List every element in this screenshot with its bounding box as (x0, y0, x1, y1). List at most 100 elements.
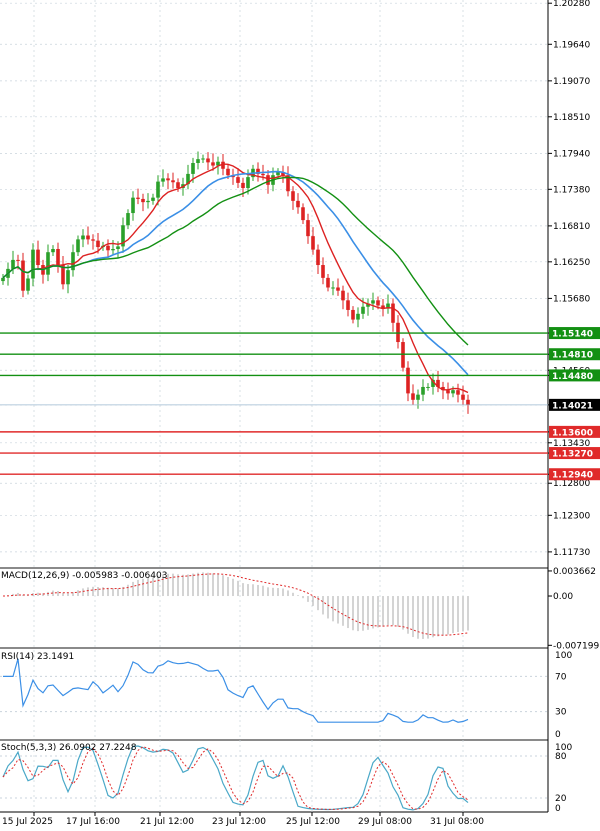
price-tick-label: 1.16250 (553, 258, 590, 268)
chart-root: 1.20280 1.19640 1.19070 1.18510 1.17940 1.173… (0, 0, 600, 831)
candle-body (151, 197, 155, 201)
rsi-axis-label: 0 (555, 730, 561, 740)
candle-body (416, 394, 420, 400)
candle-body (176, 182, 180, 189)
rsi-axis-label: 100 (555, 651, 572, 661)
time-tick-label: 17 Jul 16:00 (66, 817, 120, 827)
price-tick-label: 1.19640 (553, 40, 590, 50)
candle-body (331, 287, 335, 289)
candle-body (156, 181, 160, 198)
price-tick-label: 1.20280 (553, 0, 590, 9)
candle-body (106, 245, 110, 251)
candle-body (21, 260, 25, 291)
candle-body (116, 246, 120, 249)
candle-body (446, 390, 450, 394)
candle-body (351, 309, 355, 320)
price-tick-label: 1.19070 (553, 77, 590, 87)
time-tick-label: 23 Jul 12:00 (212, 817, 266, 827)
candle-body (456, 390, 460, 395)
candle-body (141, 198, 145, 203)
current-price-label: 1.14021 (552, 401, 593, 411)
panel-separator (0, 647, 548, 649)
price-tick-label: 1.12300 (553, 511, 590, 521)
stoch-axis-label: 0 (555, 804, 561, 814)
time-tick-label: 15 Jul 2025 (2, 817, 53, 827)
candle-body (301, 207, 305, 221)
price-tick-label: 1.16810 (553, 222, 590, 232)
support-level-label: 1.12940 (552, 471, 593, 481)
candle-body (316, 249, 320, 266)
candle-body (326, 277, 330, 288)
candle-body (241, 182, 245, 189)
resistance-level-label: 1.14810 (552, 351, 593, 361)
stoch-label: Stoch(5,3,3) 26.0902 27.2248 (1, 743, 137, 753)
price-tick-label: 1.17380 (553, 185, 590, 195)
candle-body (341, 290, 345, 301)
candle-body (26, 278, 30, 291)
candle-body (426, 386, 430, 388)
candle-body (196, 159, 200, 163)
candle-body (211, 162, 215, 166)
candle-body (56, 248, 60, 266)
price-tick-label: 1.17940 (553, 149, 590, 159)
panel-separator (0, 567, 548, 569)
stoch-axis-label: 80 (555, 752, 567, 762)
candle-body (306, 220, 310, 237)
macd-label: MACD(12,26,9) -0.005983 -0.006403 (1, 571, 168, 581)
candle-body (16, 259, 20, 261)
rsi-line (3, 658, 469, 723)
candle-body (451, 390, 455, 394)
stoch-axis-label: 20 (555, 794, 567, 804)
candle-body (36, 249, 40, 266)
rsi-label: RSI(14) 23.1491 (1, 652, 75, 662)
candle-body (171, 180, 175, 183)
candle-body (321, 265, 325, 278)
resistance-level-label: 1.15140 (552, 330, 593, 340)
candle-body (46, 252, 50, 275)
candle-body (206, 158, 210, 163)
candle-body (161, 178, 165, 182)
moving-average-line (2, 163, 469, 394)
price-tick-label: 1.18510 (553, 113, 590, 123)
time-tick-label: 21 Jul 12:00 (140, 817, 194, 827)
candle-body (336, 287, 340, 291)
candle-body (131, 197, 135, 214)
candle-body (371, 300, 375, 304)
rsi-axis-label: 70 (555, 672, 567, 682)
candle-body (226, 168, 230, 176)
candle-body (291, 191, 295, 201)
candle-body (421, 386, 425, 395)
candle-body (51, 248, 55, 253)
candle-body (361, 306, 365, 314)
panel-separator (0, 739, 548, 741)
candle-body (246, 177, 250, 189)
candle-body (296, 200, 300, 208)
candle-body (261, 173, 265, 176)
price-chart[interactable]: 1.20280 1.19640 1.19070 1.18510 1.17940 1.173… (0, 0, 600, 831)
candle-body (91, 239, 95, 241)
time-tick-label: 31 Jul 08:00 (430, 817, 484, 827)
candle-body (66, 270, 70, 285)
candle-body (391, 303, 395, 323)
rsi-axis-label: 30 (555, 708, 567, 718)
candle-body (466, 399, 470, 405)
candle-body (86, 235, 90, 240)
support-level-label: 1.13600 (552, 428, 593, 438)
candle-body (31, 249, 35, 279)
candle-body (236, 177, 240, 183)
price-tick-label: 1.11730 (553, 548, 590, 558)
candle-body (266, 175, 270, 185)
candle-body (111, 248, 115, 251)
candle-body (201, 158, 205, 160)
candle-body (136, 197, 140, 199)
time-tick-label: 25 Jul 12:00 (286, 817, 340, 827)
resistance-level-label: 1.14480 (552, 372, 593, 382)
candle-body (346, 300, 350, 310)
candle-body (461, 394, 465, 400)
macd-axis-label: -0.007199 (553, 641, 599, 651)
candle-body (1, 277, 5, 282)
candle-body (166, 178, 170, 181)
macd-axis-label: 0.003662 (553, 567, 596, 577)
candle-body (76, 239, 80, 253)
time-tick-label: 29 Jul 08:00 (358, 817, 412, 827)
